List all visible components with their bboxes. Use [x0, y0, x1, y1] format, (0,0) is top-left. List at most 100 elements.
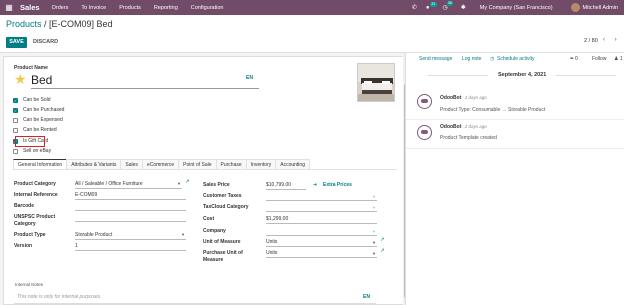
- product-type-select[interactable]: Storable Product: [75, 232, 112, 238]
- checkbox-can-be-expensed-box[interactable]: [13, 117, 18, 123]
- internal-reference-input[interactable]: E-COM09: [75, 192, 97, 198]
- attachment-paperclip-icon[interactable]: ✒: [570, 56, 574, 62]
- purchase-uom-external-link-icon[interactable]: ↗: [380, 248, 385, 254]
- save-button[interactable]: SAVE: [6, 37, 27, 48]
- unit-of-measure-select[interactable]: Units: [266, 239, 277, 245]
- sales-price-input[interactable]: $10,799.00: [266, 182, 291, 188]
- checkbox-can-be-rented[interactable]: Can be Rented: [13, 126, 57, 134]
- purchase-uom-label-line1: Purchase Unit of: [203, 250, 243, 256]
- tab-sales[interactable]: Sales: [120, 159, 143, 169]
- breadcrumb-current: [E-COM09] Bed: [49, 19, 113, 29]
- internal-notes-input[interactable]: This note is only for internal purposes.: [17, 294, 102, 300]
- tab-accounting[interactable]: Accounting: [275, 159, 310, 169]
- unit-of-measure-caret-icon[interactable]: ▼: [372, 240, 376, 245]
- company-switcher[interactable]: My Company (San Francisco): [480, 5, 553, 11]
- taxcloud-category-input[interactable]: [266, 211, 377, 212]
- pager-prev-icon[interactable]: ‹: [603, 37, 605, 43]
- user-avatar[interactable]: [570, 3, 580, 12]
- control-panel: Products / [E-COM09] Bed SAVE DISCARD 2 …: [0, 15, 624, 53]
- checkbox-can-be-expensed[interactable]: Can be Expensed: [13, 116, 63, 124]
- tab-general-information[interactable]: General Information: [13, 159, 68, 169]
- message-author[interactable]: OdooBot: [440, 95, 461, 101]
- checkbox-can-be-sold[interactable]: ✓ Can be Sold: [13, 96, 51, 104]
- internal-notes-label: Internal Notes: [15, 282, 44, 287]
- unit-of-measure-external-link-icon[interactable]: ↗: [380, 237, 385, 243]
- tab-purchase[interactable]: Purchase: [215, 159, 247, 169]
- checkbox-can-be-rented-label: Can be Rented: [23, 127, 57, 133]
- cost-input[interactable]: $1,299.00: [266, 216, 288, 222]
- pager-value[interactable]: 2 / 80: [584, 38, 598, 44]
- phone-icon[interactable]: ✆: [412, 4, 417, 11]
- version-input[interactable]: 1: [75, 243, 78, 249]
- unit-of-measure-label: Unit of Measure: [203, 239, 241, 245]
- menu-products[interactable]: Products: [119, 5, 141, 11]
- bed-image-graphic: [358, 64, 394, 101]
- product-category-external-link-icon[interactable]: ↗: [185, 179, 190, 185]
- favorite-star-icon[interactable]: ★: [14, 72, 27, 86]
- odoobot-avatar[interactable]: [417, 125, 432, 140]
- product-form-sheet: Product Name ★ Bed EN ✓ Can be Sold ✓ Can …: [3, 56, 405, 305]
- product-category-underline: [75, 188, 182, 189]
- schedule-activity-clock-icon[interactable]: ◷: [490, 56, 494, 62]
- attachment-count[interactable]: 0: [575, 56, 578, 62]
- menu-configuration[interactable]: Configuration: [191, 5, 224, 11]
- checkbox-can-be-sold-label: Can be Sold: [23, 97, 51, 103]
- taxcloud-category-caret-icon[interactable]: ▼: [372, 205, 376, 210]
- customer-taxes-input[interactable]: [266, 200, 377, 201]
- extra-prices-arrow-icon[interactable]: ➜: [313, 182, 317, 188]
- app-name[interactable]: Sales: [20, 3, 40, 12]
- message-author[interactable]: OdooBot: [440, 124, 461, 130]
- company-caret-icon[interactable]: ▼: [372, 229, 376, 234]
- odoobot-avatar[interactable]: [417, 94, 432, 109]
- message-divider: [406, 119, 624, 120]
- unspsc-label-line1: UNSPSC Product: [14, 214, 56, 220]
- tab-point-of-sale[interactable]: Point of Sale: [178, 159, 217, 169]
- menu-to-invoice[interactable]: To Invoice: [81, 5, 106, 11]
- tab-attributes-variants[interactable]: Attributes & Variants: [66, 159, 122, 169]
- menu-orders[interactable]: Orders: [52, 5, 69, 11]
- follow-button[interactable]: Follow: [592, 56, 606, 62]
- tab-inventory[interactable]: Inventory: [245, 159, 277, 169]
- checkbox-can-be-purchased[interactable]: ✓ Can be Purchased: [13, 106, 64, 114]
- breadcrumb-products[interactable]: Products: [6, 19, 42, 29]
- pager-next-icon[interactable]: ›: [615, 37, 617, 43]
- activity-clock-icon[interactable]: ◷ 36: [443, 1, 454, 11]
- activity-badge: 36: [446, 1, 454, 6]
- product-name-lang-button[interactable]: EN: [246, 75, 253, 81]
- checkbox-sell-on-ebay-label: Sell on eBay: [23, 148, 52, 154]
- product-type-underline: [75, 239, 186, 240]
- product-category-caret-icon[interactable]: ▼: [177, 181, 181, 186]
- menu-reporting[interactable]: Reporting: [154, 5, 178, 11]
- debug-bug-icon[interactable]: ✱: [461, 4, 466, 11]
- chat-icon[interactable]: ● 22: [426, 1, 437, 11]
- checkbox-can-be-purchased-box[interactable]: ✓: [13, 107, 18, 113]
- company-input[interactable]: [266, 235, 377, 236]
- extra-prices-button[interactable]: Extra Prices: [323, 182, 352, 188]
- send-message-button[interactable]: Send message: [419, 56, 452, 62]
- checkbox-sell-on-ebay[interactable]: Sell on eBay: [13, 147, 51, 155]
- product-type-caret-icon[interactable]: ▼: [181, 232, 185, 237]
- apps-menu-icon[interactable]: ▦: [2, 3, 16, 12]
- customer-taxes-caret-icon[interactable]: ▼: [372, 194, 376, 199]
- followers-count[interactable]: 1: [620, 56, 623, 62]
- checkbox-can-be-sold-box[interactable]: ✓: [13, 97, 18, 103]
- product-image[interactable]: [357, 63, 395, 102]
- purchase-uom-select[interactable]: Units: [266, 250, 277, 256]
- message-body: Product Type: Consumable → Storable Prod…: [440, 107, 546, 113]
- internal-notes-lang-button[interactable]: EN: [363, 294, 370, 300]
- version-underline: [75, 250, 186, 251]
- product-type-label: Product Type: [14, 232, 46, 238]
- discard-button[interactable]: DISCARD: [33, 37, 58, 48]
- pager-arrows: ‹ ›: [603, 37, 617, 43]
- tab-ecommerce[interactable]: eCommerce: [141, 159, 180, 169]
- schedule-activity-button[interactable]: Schedule activity: [497, 56, 535, 62]
- user-menu[interactable]: Mitchell Admin: [583, 5, 618, 11]
- checkbox-can-be-expensed-label: Can be Expensed: [23, 117, 63, 123]
- followers-user-icon[interactable]: ♟: [614, 56, 618, 62]
- log-note-button[interactable]: Log note: [462, 56, 481, 62]
- checkbox-can-be-rented-box[interactable]: [13, 127, 18, 133]
- product-category-input[interactable]: All / Saleable / Office Furniture: [75, 181, 143, 187]
- purchase-uom-caret-icon[interactable]: ▼: [372, 251, 376, 256]
- checkbox-sell-on-ebay-box[interactable]: [13, 148, 18, 154]
- product-name-input[interactable]: Bed: [31, 73, 52, 87]
